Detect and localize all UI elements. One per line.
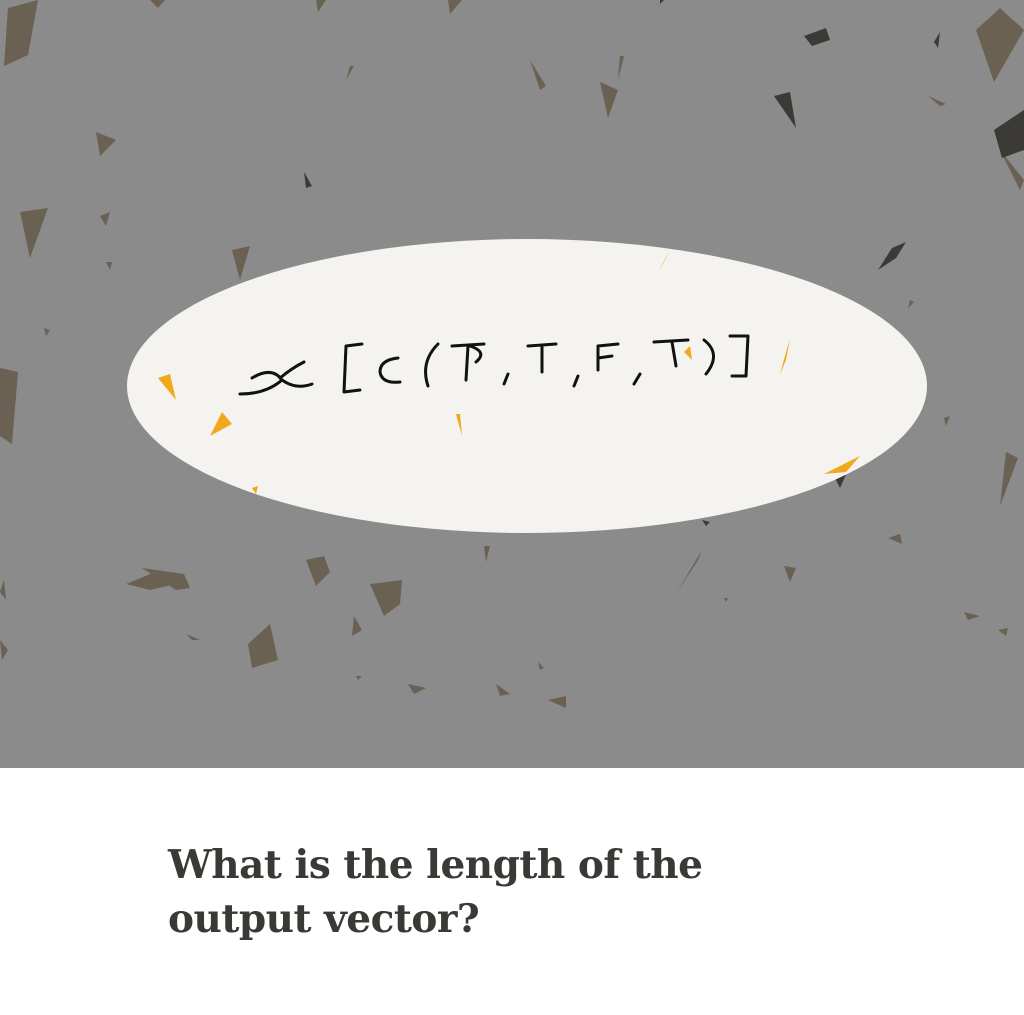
question-text: What is the length of the output vector? <box>168 842 703 942</box>
illustration-panel <box>0 0 1024 768</box>
central-ellipse <box>127 239 927 533</box>
illustration-svg <box>0 0 1024 708</box>
